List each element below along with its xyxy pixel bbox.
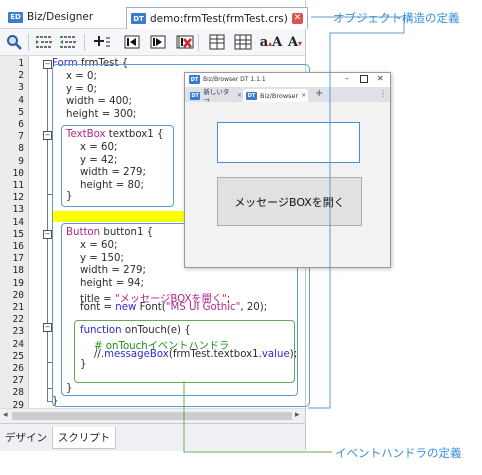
annotation-object-definition: オブジェクト構造の定義 xyxy=(333,11,460,25)
annotation-lines xyxy=(183,16,405,453)
annotation-event-handler: イベントハンドラの定義 xyxy=(335,446,462,460)
